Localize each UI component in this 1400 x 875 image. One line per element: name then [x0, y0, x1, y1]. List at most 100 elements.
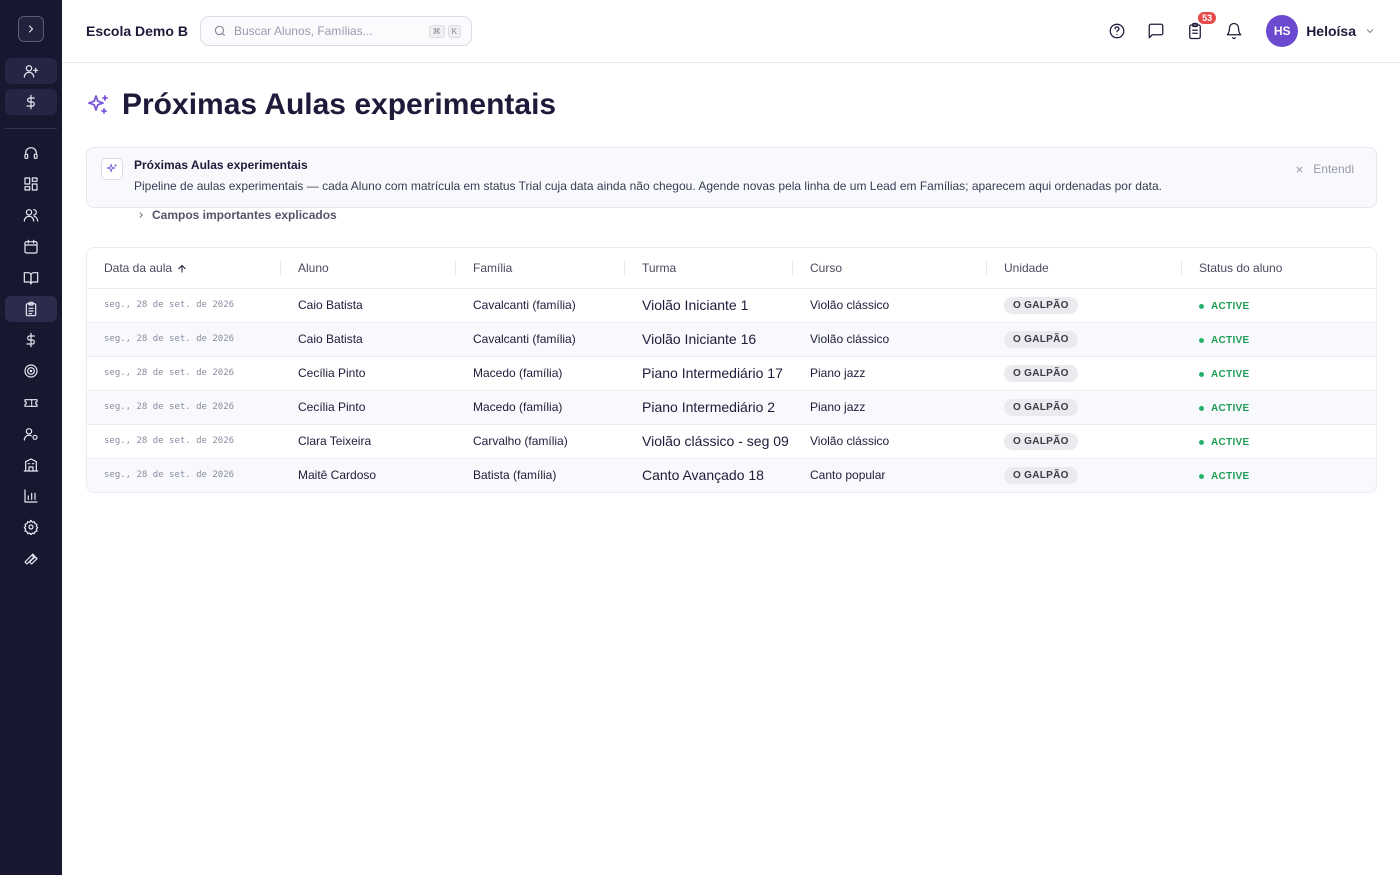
user-cog-icon [23, 427, 38, 441]
cell-family[interactable]: Carvalho (família) [456, 424, 625, 459]
sparkles-icon [88, 95, 108, 114]
cell-date: seg., 28 de set. de 2026 [87, 322, 281, 357]
notifications-button[interactable] [1223, 20, 1245, 42]
sidebar-item-dashboard[interactable] [5, 171, 57, 197]
cell-unit: O GALPÃO [987, 322, 1182, 357]
cell-family[interactable]: Macedo (família) [456, 390, 625, 425]
unit-badge: O GALPÃO [1004, 330, 1078, 348]
column-header-course[interactable]: Curso [793, 248, 987, 289]
cell-student[interactable]: Clara Teixeira [281, 424, 456, 459]
tasks-button[interactable]: 53 [1184, 12, 1217, 42]
cell-student[interactable]: Maitê Cardoso [281, 458, 456, 492]
cell-course: Violão clássico [793, 288, 987, 323]
cell-family[interactable]: Batista (família) [456, 458, 625, 492]
table-header-row: Data da aula Aluno Família Turma Curso U… [87, 248, 1376, 289]
cell-family[interactable]: Cavalcanti (família) [456, 322, 625, 357]
arrow-up-icon [178, 264, 186, 273]
status-badge: ACTIVE [1199, 369, 1249, 380]
sidebar-item-support[interactable] [5, 140, 57, 166]
cell-student[interactable]: Cecília Pinto [281, 356, 456, 391]
cell-class[interactable]: Violão clássico - seg 09 [625, 424, 793, 459]
status-dot [1199, 406, 1204, 411]
cell-class[interactable]: Canto Avançado 18 [625, 458, 793, 492]
sidebar-item-calendar[interactable] [5, 234, 57, 260]
sidebar-item-people[interactable] [5, 202, 57, 228]
table-row[interactable]: seg., 28 de set. de 2026 Caio Batista Ca… [87, 288, 1376, 323]
unit-badge: O GALPÃO [1004, 432, 1078, 450]
cell-unit: O GALPÃO [987, 424, 1182, 459]
table-row[interactable]: seg., 28 de set. de 2026 Caio Batista Ca… [87, 322, 1376, 357]
important-fields-toggle[interactable]: Campos importantes explicados [136, 208, 1162, 222]
cell-class[interactable]: Piano Intermediário 17 [625, 356, 793, 391]
expand-sidebar-button[interactable] [18, 16, 44, 42]
unit-badge: O GALPÃO [1004, 466, 1078, 484]
column-header-family[interactable]: Família [456, 248, 625, 289]
user-name: Heloísa [1306, 23, 1356, 39]
cell-unit: O GALPÃO [987, 458, 1182, 492]
status-badge: ACTIVE [1199, 471, 1249, 482]
page-header: Próximas Aulas experimentais [86, 63, 1377, 147]
cell-status: ACTIVE [1182, 458, 1376, 492]
search-input[interactable] [233, 24, 426, 38]
cell-class[interactable]: Piano Intermediário 2 [625, 390, 793, 425]
user-menu[interactable]: HS Heloísa [1266, 15, 1376, 47]
cell-date: seg., 28 de set. de 2026 [87, 356, 281, 391]
sidebar-item-billing[interactable] [5, 89, 57, 115]
book-open-icon [23, 271, 39, 285]
column-header-status[interactable]: Status do aluno [1182, 248, 1376, 289]
chevron-right-icon [139, 212, 143, 218]
clipboard-list-icon [1189, 22, 1202, 40]
table-row[interactable]: seg., 28 de set. de 2026 Clara Teixeira … [87, 424, 1376, 459]
sidebar-item-settings[interactable] [5, 514, 57, 540]
unit-badge: O GALPÃO [1004, 364, 1078, 382]
cell-student[interactable]: Cecília Pinto [281, 390, 456, 425]
cell-unit: O GALPÃO [987, 390, 1182, 425]
column-header-student[interactable]: Aluno [281, 248, 456, 289]
message-square-icon [1148, 23, 1164, 39]
column-header-class[interactable]: Turma [625, 248, 793, 289]
cell-student[interactable]: Caio Batista [281, 288, 456, 323]
ticket-icon [24, 398, 38, 407]
cell-student[interactable]: Caio Batista [281, 322, 456, 357]
target-icon [24, 364, 38, 378]
shortcut-key: ⌘ [428, 24, 445, 38]
chevron-down-icon [1366, 29, 1374, 34]
sidebar-item-trials[interactable] [5, 295, 57, 322]
school-name[interactable]: Escola Demo B [86, 23, 188, 39]
sidebar-item-goals[interactable] [5, 358, 57, 384]
sidebar-item-tools[interactable] [5, 545, 57, 571]
cell-date: seg., 28 de set. de 2026 [87, 288, 281, 323]
status-badge: ACTIVE [1199, 301, 1249, 312]
messages-button[interactable] [1145, 20, 1167, 42]
sidebar-item-tickets[interactable] [5, 390, 57, 416]
page-title: Próximas Aulas experimentais [122, 88, 557, 121]
dollar-icon [26, 332, 35, 348]
cell-date: seg., 28 de set. de 2026 [87, 458, 281, 492]
dismiss-button[interactable]: Entendi [1295, 162, 1354, 176]
sidebar-item-finance[interactable] [5, 327, 57, 353]
cell-status: ACTIVE [1182, 424, 1376, 459]
column-header-unit[interactable]: Unidade [987, 248, 1182, 289]
column-header-date[interactable]: Data da aula [87, 248, 281, 289]
help-button[interactable] [1106, 20, 1128, 42]
bar-chart-icon [24, 489, 38, 503]
table-row[interactable]: seg., 28 de set. de 2026 Cecília Pinto M… [87, 356, 1376, 391]
top-actions: 53 HS Heloísa [1089, 12, 1376, 47]
cell-class[interactable]: Violão Iniciante 16 [625, 322, 793, 357]
sidebar-item-reports[interactable] [5, 483, 57, 509]
dashboard-icon [24, 177, 38, 191]
help-circle-icon [1109, 23, 1125, 39]
headset-icon [24, 147, 38, 159]
status-dot [1199, 474, 1204, 480]
sidebar-item-add-lead[interactable] [5, 58, 57, 84]
sidebar-item-units[interactable] [5, 452, 57, 478]
sidebar-item-user-settings[interactable] [5, 421, 57, 447]
cell-family[interactable]: Macedo (família) [456, 356, 625, 391]
cell-status: ACTIVE [1182, 390, 1376, 425]
cell-class[interactable]: Violão Iniciante 1 [625, 288, 793, 323]
cell-family[interactable]: Cavalcanti (família) [456, 288, 625, 323]
table-row[interactable]: seg., 28 de set. de 2026 Maitê Cardoso B… [87, 458, 1376, 492]
sidebar-item-courses[interactable] [5, 265, 57, 291]
search-box[interactable]: ⌘ K [199, 16, 472, 46]
table-row[interactable]: seg., 28 de set. de 2026 Cecília Pinto M… [87, 390, 1376, 425]
